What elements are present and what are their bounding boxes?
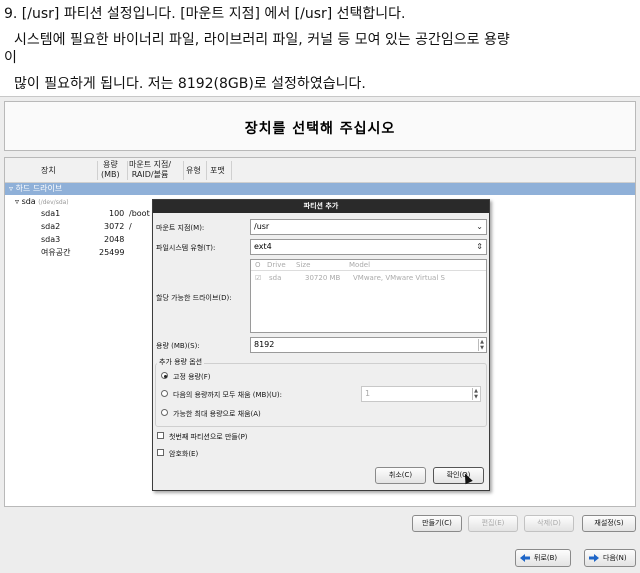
drive-col-radio: O [255,261,261,269]
drive-size: 30720 MB [305,274,341,282]
checkbox-checked-icon[interactable]: ☑ [255,273,261,284]
partition-mount: / [129,222,132,231]
reset-button[interactable]: 재설정(S) [582,515,636,532]
tree-row-free-space[interactable]: 여유공간 [41,247,70,258]
mount-point-label: 마운트 지점(M): [156,224,205,232]
partition-name: sda3 [41,235,61,244]
filesystem-type-value: ext4 [254,242,272,251]
column-divider [127,161,128,180]
disk-path: (/dev/sda) [38,199,69,206]
tree-row-disk[interactable]: ▿ sda (/dev/sda) [15,196,69,208]
spin-arrows-icon[interactable]: ▲ ▼ [472,388,479,400]
drive-model: VMware, VMware Virtual S [353,274,445,282]
edit-button[interactable]: 편집(E) [468,515,518,532]
column-device[interactable]: 장치 [41,166,56,176]
size-label: 용량 (MB)(S): [156,342,200,350]
partition-name: 여유공간 [41,248,71,257]
group-label: 하드 드라이브 [15,184,63,193]
back-button[interactable]: 뒤로(B) [515,549,571,567]
fixed-size-label: 고정 용량(F) [173,373,211,381]
fill-upto-spinbox[interactable]: 1 ▲ ▼ [361,386,481,402]
fill-upto-label: 다음의 용량까지 모두 채움 (MB)(U): [173,391,282,399]
tree-row-partition[interactable]: sda2 [41,221,60,232]
fill-max-label: 가능한 최대 용량으로 채움(A) [173,410,261,418]
size-spinbox[interactable]: 8192 ▲ ▼ [250,337,487,353]
column-size-line1: 용량 [102,160,118,169]
column-mount[interactable]: 마운트 지점/ RAID/볼륨 [129,160,171,180]
mount-point-value: /usr [254,222,270,231]
mount-point-combo[interactable]: /usr ⌄ [250,219,487,235]
tree-row-partition[interactable]: sda3 [41,234,60,245]
drive-list[interactable]: O Drive Size Model ☑ sda 30720 MB VMware… [250,259,487,333]
installer-screenshot: 장치를 선택해 주십시오 장치 용량 (MB) 마운트 지점/ RAID/볼륨 … [0,96,640,573]
installer-header: 장치를 선택해 주십시오 [4,101,636,151]
partition-size: 3072 [104,222,125,231]
allowable-drives-label: 할당 가능한 드라이브(D): [156,294,232,302]
drive-row[interactable]: ☑ sda 30720 MB VMware, VMware Virtual S [251,273,486,284]
create-button[interactable]: 만들기(C) [412,515,462,532]
partition-name: sda2 [41,222,61,231]
fill-max-radio[interactable] [161,409,168,416]
column-mount-line1: 마운트 지점/ [129,160,172,169]
blog-paragraph-line: 시스템에 필요한 바이너리 파일, 라이브러리 파일, 커널 등 모여 있는 공… [14,32,510,48]
encrypt-label: 암호화(E) [169,450,199,458]
arrow-left-icon [520,554,530,562]
updown-icon: ⇕ [476,242,483,251]
column-type[interactable]: 유형 [186,166,201,176]
arrow-right-icon [589,554,599,562]
drive-col-drive: Drive [267,261,286,269]
delete-button[interactable]: 삭제(D) [524,515,574,532]
drive-col-model: Model [349,261,371,269]
fill-upto-radio[interactable] [161,390,168,397]
next-label: 다음(N) [603,554,627,562]
primary-partition-label: 첫번째 파티션으로 만들(P) [169,433,248,441]
encrypt-checkbox[interactable] [157,449,164,456]
partition-name: sda1 [41,209,61,218]
next-button[interactable]: 다음(N) [584,549,636,567]
partition-size: 25499 [99,248,125,257]
chevron-down-icon: ⌄ [476,222,483,231]
ok-button[interactable]: 확인(O) [433,467,484,484]
filesystem-type-label: 파일시스템 유형(T): [156,244,216,252]
blog-step-title: 9. [/usr] 파티션 설정입니다. [마운트 지점] 에서 [/usr] … [4,6,406,22]
column-divider [183,161,184,180]
column-divider [231,161,232,180]
page-title: 장치를 선택해 주십시오 [244,121,396,137]
partition-mount: /boot [129,209,150,218]
drive-list-header: O Drive Size Model [251,260,486,271]
fixed-size-radio[interactable] [161,372,168,379]
column-divider [206,161,207,180]
partition-size: 100 [109,209,125,218]
add-partition-dialog: 파티션 추가 마운트 지점(M): /usr ⌄ 파일시스템 유형(T): ex… [152,199,490,491]
blog-paragraph-line: 많이 필요하게 됩니다. 저는 8192(8GB)로 설정하였습니다. [14,76,366,92]
drive-col-size: Size [296,261,311,269]
blog-paragraph-line: 이 [4,50,17,66]
dialog-title: 파티션 추가 [153,200,489,213]
tree-row-hard-drives[interactable]: ▿ 하드 드라이브 [5,183,635,195]
column-size[interactable]: 용량 (MB) [101,160,120,180]
extra-size-options-legend: 추가 용량 옵션 [157,357,205,367]
filesystem-type-select[interactable]: ext4 ⇕ [250,239,487,255]
back-label: 뒤로(B) [534,554,558,562]
disk-name: sda [21,197,36,206]
column-mount-line2: RAID/볼륨 [131,170,169,179]
column-format[interactable]: 포맷 [210,166,225,176]
tree-header: 장치 용량 (MB) 마운트 지점/ RAID/볼륨 유형 포맷 [5,158,635,183]
fill-upto-value: 1 [365,389,371,398]
cancel-button[interactable]: 취소(C) [375,467,426,484]
tree-row-partition[interactable]: sda1 [41,208,60,219]
column-divider [97,161,98,180]
primary-partition-checkbox[interactable] [157,432,164,439]
partition-size: 2048 [104,235,125,244]
column-size-line2: (MB) [101,170,120,179]
drive-name: sda [269,274,282,282]
spin-arrows-icon[interactable]: ▲ ▼ [478,339,485,351]
size-value: 8192 [254,340,275,349]
